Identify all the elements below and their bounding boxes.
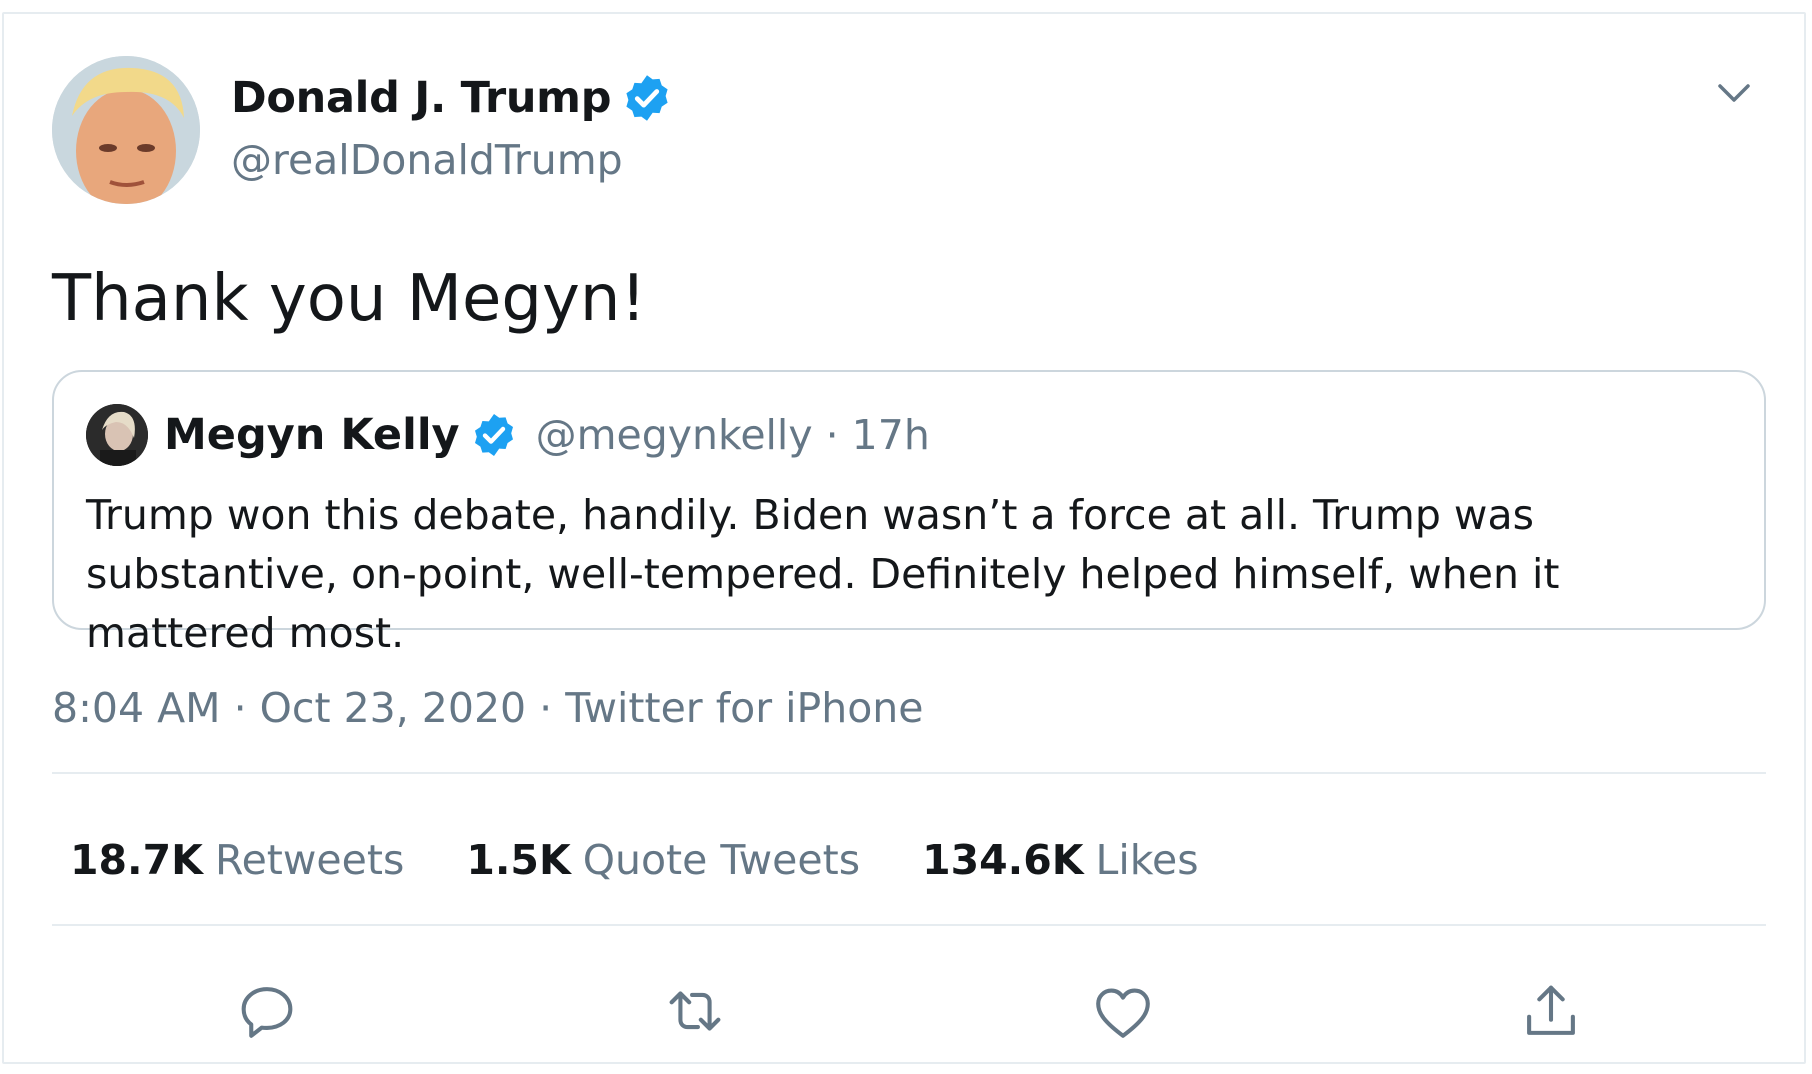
likes-label: Likes [1095, 836, 1199, 884]
quoted-author-avatar [86, 404, 148, 466]
retweets-stat[interactable]: 18.7K Retweets [70, 836, 404, 884]
tweet-metadata: 8:04 AM · Oct 23, 2020 · Twitter for iPh… [52, 684, 924, 732]
separator-dot: · [220, 684, 260, 732]
engagement-stats: 18.7K Retweets 1.5K Quote Tweets 134.6K Lik… [70, 836, 1261, 884]
author-name[interactable]: Donald J. Trump [231, 73, 611, 123]
separator-dot: · [526, 684, 566, 732]
verified-badge-icon [474, 414, 513, 456]
like-icon [1096, 988, 1150, 1038]
author-avatar[interactable] [52, 56, 200, 204]
quoted-tweet[interactable]: Megyn Kelly @megynkelly · 17h Trump won … [52, 370, 1766, 657]
reply-icon [241, 987, 293, 1038]
likes-stat[interactable]: 134.6K Likes [922, 836, 1199, 884]
quote-tweets-count: 1.5K [466, 836, 571, 884]
like-button[interactable] [1088, 976, 1158, 1046]
tweet-text: Thank you Megyn! [52, 262, 647, 336]
verified-badge-icon [626, 75, 668, 121]
retweets-label: Retweets [214, 836, 405, 884]
quote-tweets-label: Quote Tweets [582, 836, 861, 884]
action-bar [4, 976, 1812, 1046]
author-handle[interactable]: @realDonaldTrump [231, 136, 623, 184]
avatar-image [86, 404, 148, 466]
quoted-author-handle-time: @megynkelly · 17h [535, 411, 930, 459]
retweets-count: 18.7K [70, 836, 203, 884]
quote-tweets-stat[interactable]: 1.5K Quote Tweets [466, 836, 860, 884]
more-options-button[interactable] [1710, 74, 1758, 114]
quoted-author-name[interactable]: Megyn Kelly [164, 410, 460, 460]
chevron-down-icon [1718, 84, 1750, 102]
divider [52, 924, 1766, 926]
tweet-time[interactable]: 8:04 AM [52, 684, 221, 732]
avatar-image [52, 56, 200, 204]
divider [52, 772, 1766, 774]
tweet-source[interactable]: Twitter for iPhone [565, 684, 923, 732]
reply-button[interactable] [232, 976, 302, 1046]
author-name-row: Donald J. Trump [231, 72, 673, 124]
retweet-button[interactable] [660, 976, 730, 1046]
share-icon [1527, 985, 1575, 1035]
quoted-tweet-text: Trump won this debate, handily. Biden wa… [86, 491, 1560, 657]
tweet-date[interactable]: Oct 23, 2020 [260, 684, 527, 732]
quoted-tweet-header: Megyn Kelly @megynkelly · 17h [86, 404, 930, 466]
retweet-icon [669, 991, 721, 1031]
likes-count: 134.6K [922, 836, 1084, 884]
tweet-card: Donald J. Trump @realDonaldTrump Thank y… [2, 12, 1806, 1064]
share-button[interactable] [1516, 976, 1586, 1046]
